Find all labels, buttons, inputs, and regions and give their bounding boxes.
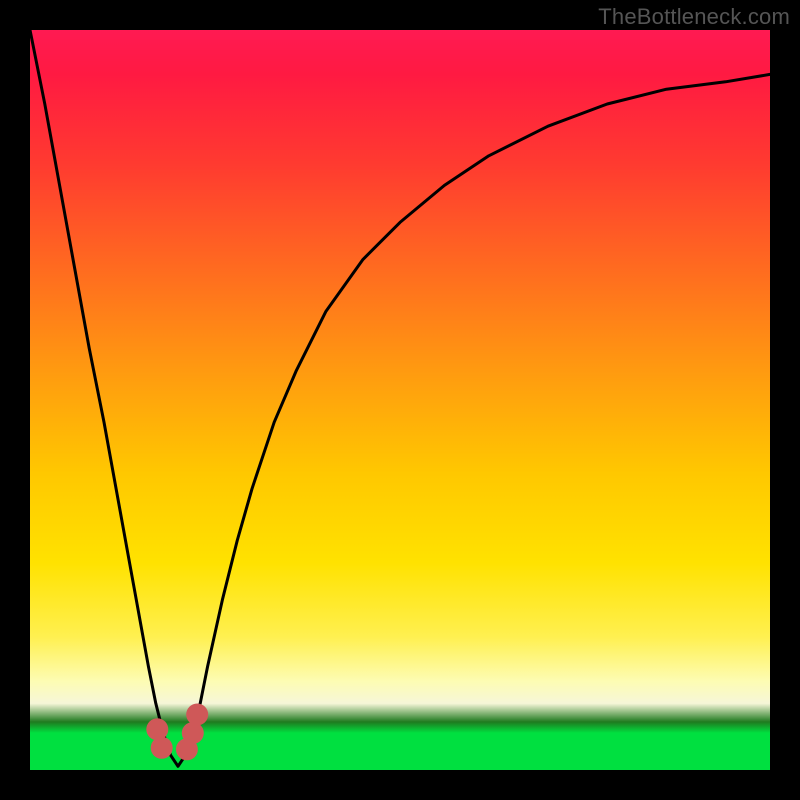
curve-layer	[30, 30, 770, 770]
dip-markers	[146, 704, 208, 761]
plot-area	[30, 30, 770, 770]
dip-marker	[146, 718, 168, 740]
bottleneck-curve	[30, 30, 770, 766]
chart-frame: TheBottleneck.com	[0, 0, 800, 800]
dip-marker	[186, 704, 208, 726]
dip-marker	[151, 737, 173, 759]
watermark-text: TheBottleneck.com	[598, 4, 790, 30]
dip-marker	[182, 722, 204, 744]
